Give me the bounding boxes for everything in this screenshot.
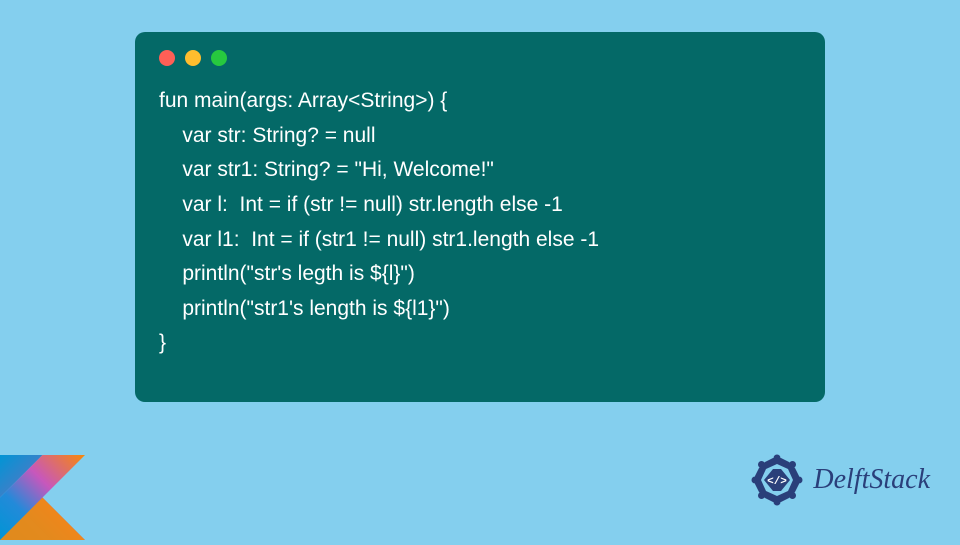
code-block: fun main(args: Array<String>) { var str:… xyxy=(159,84,801,361)
code-line: } xyxy=(159,331,166,354)
code-line: var l1: Int = if (str1 != null) str1.len… xyxy=(159,228,599,251)
svg-text:</>: </> xyxy=(767,476,787,488)
brand-text: DelftStack xyxy=(813,464,930,496)
delftstack-icon: </> xyxy=(747,450,807,510)
code-line: println("str1's length is ${l1}") xyxy=(159,297,450,320)
kotlin-logo-icon xyxy=(0,455,85,540)
code-line: fun main(args: Array<String>) { xyxy=(159,89,447,112)
minimize-icon xyxy=(185,50,201,66)
maximize-icon xyxy=(211,50,227,66)
delftstack-logo: </> DelftStack xyxy=(747,450,930,510)
window-controls xyxy=(159,50,801,66)
code-line: var l: Int = if (str != null) str.length… xyxy=(159,193,563,216)
code-line: println("str's legth is ${l}") xyxy=(159,262,415,285)
code-line: var str: String? = null xyxy=(159,124,376,147)
close-icon xyxy=(159,50,175,66)
code-line: var str1: String? = "Hi, Welcome!" xyxy=(159,158,494,181)
code-window: fun main(args: Array<String>) { var str:… xyxy=(135,32,825,402)
